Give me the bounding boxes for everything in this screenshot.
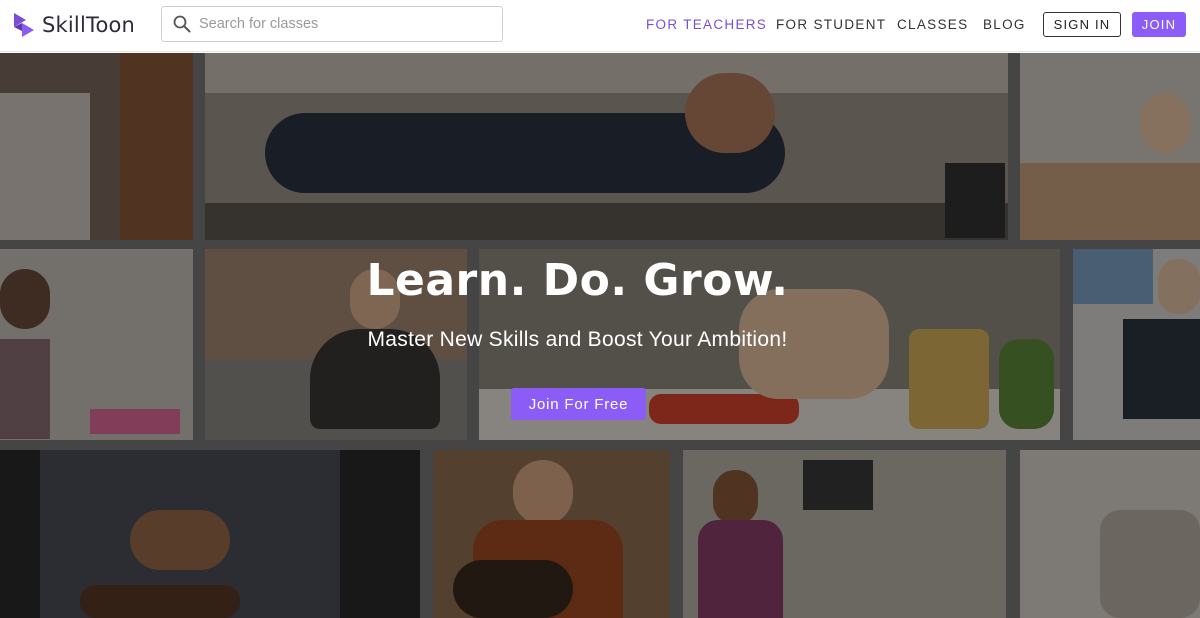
- brand-name: SkillToon: [42, 13, 136, 37]
- nav-for-student[interactable]: FOR STUDENT: [776, 17, 886, 32]
- nav-classes[interactable]: CLASSES: [897, 17, 968, 32]
- join-for-free-button[interactable]: Join For Free: [511, 388, 646, 420]
- nav-for-teachers[interactable]: FOR TEACHERS: [646, 17, 767, 32]
- sign-in-button[interactable]: SIGN IN: [1043, 12, 1121, 37]
- search-icon: [173, 15, 191, 33]
- nav-blog[interactable]: BLOG: [983, 17, 1026, 32]
- search-bar[interactable]: [161, 6, 503, 42]
- join-button[interactable]: JOIN: [1132, 12, 1186, 37]
- hero-title: Learn. Do. Grow.: [366, 255, 789, 306]
- logo[interactable]: SkillToon: [12, 9, 135, 41]
- search-input[interactable]: [199, 9, 489, 39]
- hero-section: Learn. Do. Grow. Master New Skills and B…: [0, 53, 1200, 618]
- hero-subtitle: Master New Skills and Boost Your Ambitio…: [367, 328, 788, 351]
- site-header: SkillToon FOR TEACHERS FOR STUDENT CLASS…: [0, 0, 1200, 52]
- skilltoon-logo-icon: [14, 13, 34, 37]
